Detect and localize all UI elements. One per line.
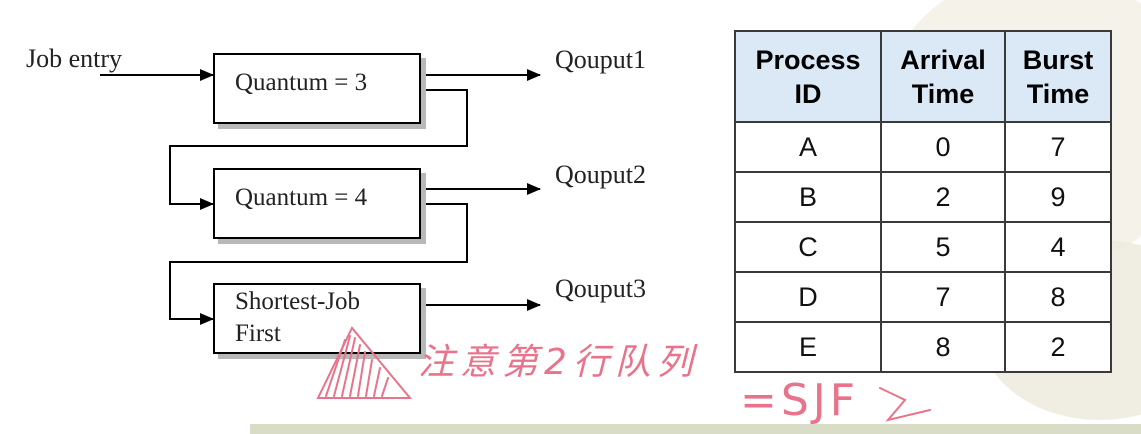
- handwritten-sjf-note: =SJF: [740, 375, 860, 426]
- handwritten-note: 注意第2行队列: [418, 342, 699, 383]
